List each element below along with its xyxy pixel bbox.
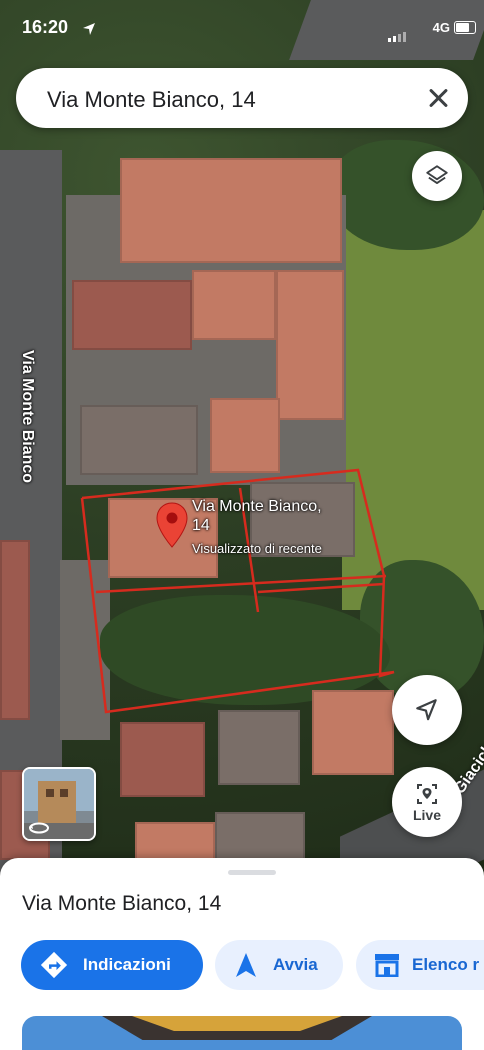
status-time: 16:20 bbox=[22, 17, 69, 37]
sheet-drag-handle[interactable] bbox=[228, 870, 276, 875]
directions-icon bbox=[40, 951, 68, 979]
location-services-icon bbox=[83, 23, 95, 35]
search-query[interactable]: Via Monte Bianco, 14 bbox=[47, 87, 256, 113]
battery-icon bbox=[454, 21, 476, 34]
street-view-rotate-icon bbox=[29, 822, 49, 834]
place-title: Via Monte Bianco, 14 bbox=[22, 892, 222, 915]
parcel-boundary bbox=[80, 468, 395, 714]
search-bar[interactable]: Via Monte Bianco, 14 bbox=[16, 68, 468, 128]
street-label: Via Monte Bianco bbox=[19, 350, 36, 484]
live-label: Live bbox=[412, 806, 441, 823]
navigation-arrow-icon bbox=[236, 953, 256, 977]
list-button[interactable]: Elenco r bbox=[356, 940, 484, 990]
navigation-arrow-outline-icon bbox=[416, 699, 437, 721]
start-label: Avvia bbox=[273, 955, 318, 974]
my-location-button[interactable] bbox=[392, 675, 462, 745]
directions-label: Indicazioni bbox=[83, 955, 171, 974]
place-photo[interactable] bbox=[22, 1016, 462, 1050]
list-label: Elenco r bbox=[412, 955, 480, 974]
live-view-button[interactable]: Live bbox=[392, 767, 462, 837]
close-icon[interactable] bbox=[422, 82, 454, 114]
location-pin-icon[interactable] bbox=[156, 502, 188, 548]
directions-button[interactable]: Indicazioni bbox=[21, 940, 203, 990]
pin-title[interactable]: Via Monte Bianco, 14 bbox=[192, 497, 322, 535]
pin-subtitle: Visualizzato di recente bbox=[192, 541, 322, 556]
status-bar: 16:20 4G bbox=[0, 0, 484, 56]
list-icon bbox=[375, 954, 399, 977]
layers-icon bbox=[426, 165, 448, 185]
start-navigation-button[interactable]: Avvia bbox=[215, 940, 343, 990]
live-view-icon bbox=[417, 783, 437, 804]
network-type: 4G bbox=[432, 20, 450, 35]
layers-button[interactable] bbox=[412, 151, 462, 201]
street-view-thumbnail[interactable] bbox=[22, 767, 96, 841]
signal-icon bbox=[386, 24, 406, 42]
place-bottom-sheet[interactable]: Via Monte Bianco, 14 Indicazioni Avvia E… bbox=[0, 858, 484, 1050]
satellite-map[interactable]: Via Monte Bianco, 14 Visualizzato di rec… bbox=[0, 0, 484, 880]
